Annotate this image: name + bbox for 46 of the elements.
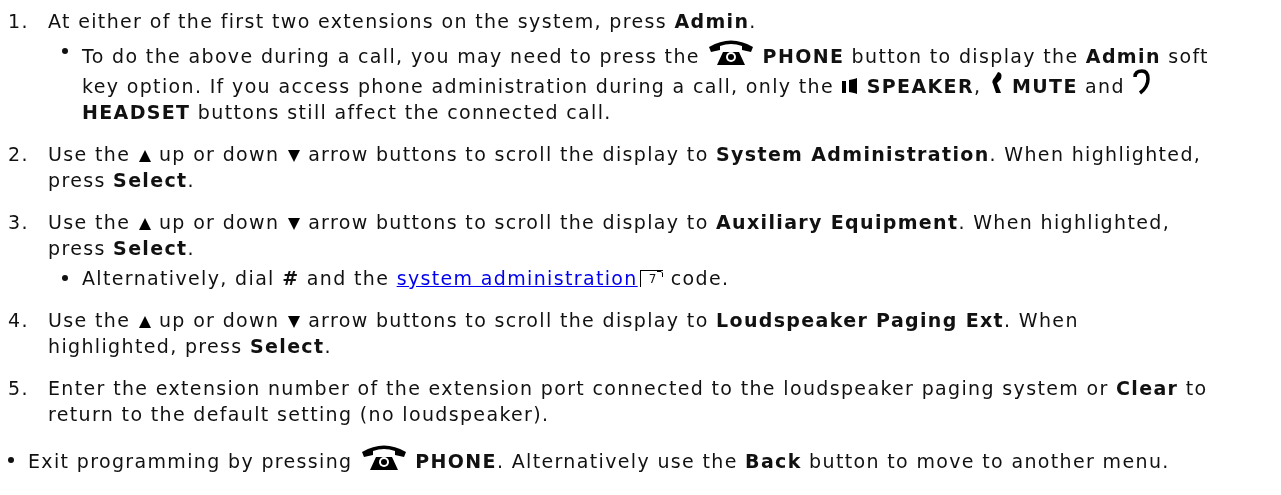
instruction-text: code. <box>670 267 730 289</box>
step-number: 2. <box>8 142 30 167</box>
instruction-text: highlighted, press Select. <box>48 335 332 357</box>
telephone-icon <box>707 38 756 66</box>
instruction-text: press Select. <box>48 169 195 191</box>
instruction-text: MUTE and <box>1012 75 1125 97</box>
bullet-icon <box>62 275 68 281</box>
down-arrow-icon <box>286 217 301 231</box>
instruction-text: arrow buttons to scroll the display to Auxiliary Equipment. When highlighted, <box>308 211 1171 233</box>
instruction-text: PHONE. Alternatively use the Back button to move to another menu. <box>415 450 1170 472</box>
instruction-text: SPEAKER, <box>866 75 982 97</box>
up-arrow-icon <box>137 315 152 329</box>
down-arrow-icon <box>286 149 301 163</box>
instruction-text: Exit programming by pressing <box>28 450 353 472</box>
instruction-text: Enter the extension number of the extension port connected to the loudspeaker paging system or Clear to <box>48 377 1208 399</box>
step-number: 5. <box>8 376 30 401</box>
step-number: 1. <box>8 9 30 34</box>
instruction-text: arrow buttons to scroll the display to System Administration. When highlighted, <box>308 143 1202 165</box>
instruction-text: key option. If you access phone administration during a call, only the <box>82 75 834 97</box>
down-arrow-icon <box>286 315 301 329</box>
page-reference-link[interactable]: 7 <box>639 270 664 287</box>
instruction-text: Use the <box>48 143 131 165</box>
instruction-text: Use the <box>48 309 131 331</box>
instruction-text: return to the default setting (no loudspeaker). <box>48 403 550 425</box>
up-arrow-icon <box>137 217 152 231</box>
instruction-text: HEADSET buttons still affect the connected call. <box>82 101 612 123</box>
bullet-icon <box>8 457 14 463</box>
system-administration-link[interactable]: system administration <box>396 267 638 289</box>
telephone-icon <box>359 443 408 471</box>
corner-icon <box>657 271 664 277</box>
instruction-text: At either of the first two extensions on the system, press Admin. <box>48 10 757 32</box>
instruction-text: Use the <box>48 211 131 233</box>
bullet-icon <box>62 48 68 54</box>
instruction-text: up or down <box>158 143 280 165</box>
instruction-text: To do the above during a call, you may need to press the <box>82 45 700 67</box>
instruction-text: arrow buttons to scroll the display to Loudspeaker Paging Ext. When <box>308 309 1079 331</box>
instruction-text: up or down <box>158 211 280 233</box>
step-number: 4. <box>8 308 30 333</box>
instruction-text: Alternatively, dial # and the <box>82 267 390 289</box>
headset-icon <box>1132 69 1151 95</box>
instruction-text: press Select. <box>48 237 195 259</box>
instruction-text: PHONE button to display the Admin soft <box>762 45 1209 67</box>
step-number: 3. <box>8 210 30 235</box>
instruction-text: up or down <box>158 309 280 331</box>
up-arrow-icon <box>137 149 152 163</box>
speaker-icon <box>841 77 860 95</box>
